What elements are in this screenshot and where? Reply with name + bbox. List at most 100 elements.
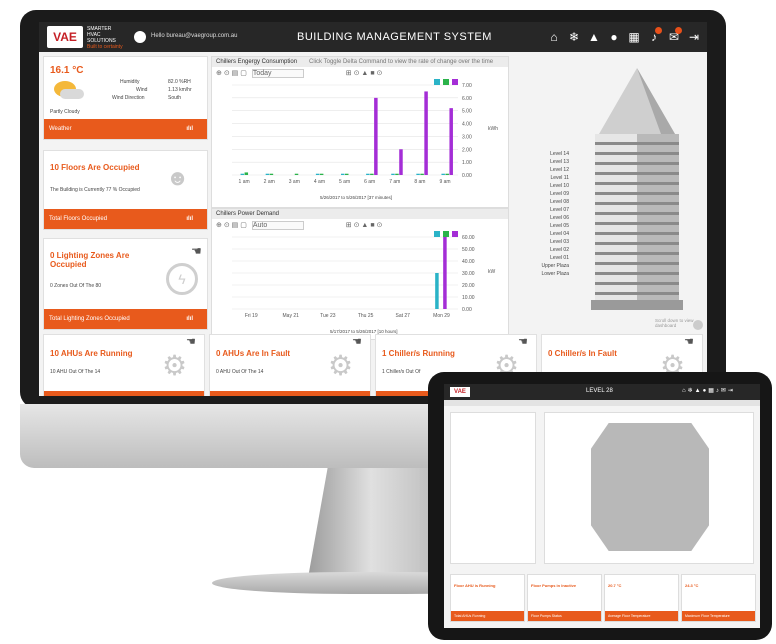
zoom-icon[interactable]: ⊕	[216, 70, 222, 77]
notification-badge	[675, 27, 682, 34]
monitor-stand-neck	[308, 468, 448, 578]
range-select[interactable]: Auto	[251, 221, 304, 230]
legend-swatch[interactable]	[434, 231, 440, 237]
floors-bar[interactable]: Total Floors Occupied ılıl	[44, 209, 207, 229]
chart-bar[interactable]	[445, 173, 449, 175]
tablet-card-bar[interactable]: Average Floor Temperature	[605, 611, 678, 621]
tablet-card-bar[interactable]: Total AHUs Running	[451, 611, 524, 621]
chart-bar[interactable]	[395, 173, 399, 175]
export-icon[interactable]: ▤	[232, 222, 239, 229]
chart-bar[interactable]	[370, 173, 374, 175]
legend-swatch[interactable]	[443, 79, 449, 85]
chart-bar[interactable]	[449, 108, 453, 175]
snowflake-icon[interactable]: ❄	[567, 30, 581, 44]
chart-bar[interactable]	[294, 173, 299, 175]
save-icon[interactable]: ■	[370, 70, 374, 77]
level-link[interactable]: Level 05	[521, 222, 569, 230]
tablet-logo[interactable]: VAE	[450, 387, 470, 397]
level-link[interactable]: Level 09	[521, 190, 569, 198]
level-link[interactable]: Level 06	[521, 214, 569, 222]
level-link[interactable]: Level 14	[521, 150, 569, 158]
legend-swatch[interactable]	[452, 79, 458, 85]
floorplan-map[interactable]	[591, 423, 709, 551]
building-illustration[interactable]	[581, 62, 693, 312]
document-icon[interactable]: ▢	[240, 70, 247, 77]
chart-bar[interactable]	[443, 237, 447, 309]
home-icon[interactable]: ⌂	[547, 30, 561, 44]
save-icon[interactable]: ■	[370, 222, 374, 229]
tablet-tabs[interactable]	[444, 400, 760, 406]
level-link[interactable]: Level 01	[521, 254, 569, 262]
target-icon[interactable]: ⊙	[224, 70, 230, 77]
delta-icon[interactable]: ▲	[361, 70, 368, 77]
chart-bar[interactable]	[269, 173, 274, 175]
scroll-down-icon[interactable]	[693, 320, 703, 330]
level-link[interactable]: Level 11	[521, 174, 569, 182]
calendar-icon[interactable]: ▦	[627, 30, 641, 44]
range-select[interactable]: Today	[251, 69, 304, 78]
search-icon[interactable]: ⊙	[354, 70, 360, 77]
target-icon[interactable]: ⊙	[224, 222, 230, 229]
chart-bar[interactable]	[244, 172, 249, 175]
legend-swatch[interactable]	[443, 231, 449, 237]
settings-icon[interactable]: ⊙	[377, 70, 383, 77]
level-link[interactable]: Level 12	[521, 166, 569, 174]
building-icon[interactable]: ▲	[587, 30, 601, 44]
tablet-card-title: Floor Pumps in Inactive	[531, 583, 577, 588]
delta-icon[interactable]: ▲	[361, 222, 368, 229]
level-link[interactable]: Lower Plaza	[521, 270, 569, 278]
user-icon[interactable]	[134, 31, 146, 43]
status-card-bar[interactable]	[44, 391, 204, 396]
tablet-card-bar[interactable]: Maximum Floor Temperature	[682, 611, 755, 621]
export-icon[interactable]: ▤	[232, 70, 239, 77]
chart-bar[interactable]	[416, 173, 420, 175]
chart-bar[interactable]	[391, 173, 395, 175]
company-logo[interactable]: VAE	[47, 26, 83, 48]
level-link[interactable]: Level 10	[521, 182, 569, 190]
magnify-icon[interactable]: ⊞	[346, 222, 352, 229]
chart-bar[interactable]	[240, 173, 245, 175]
legend-swatch[interactable]	[434, 79, 440, 85]
chart-bar[interactable]	[319, 173, 324, 175]
chart-bar[interactable]	[441, 173, 445, 175]
tablet-header-icons[interactable]: ⌂❄▲●▦♪✉⇥	[682, 387, 735, 394]
search-icon[interactable]: ⊙	[354, 222, 360, 229]
tablet-card-bar[interactable]: Floor Pumps Status	[528, 611, 601, 621]
tablet-status-card: Floor Pumps in Inactive Floor Pumps Stat…	[527, 574, 602, 622]
level-link[interactable]: Upper Plaza	[521, 262, 569, 270]
info-icon[interactable]: ●	[607, 30, 621, 44]
building-floor-stripe	[595, 202, 679, 205]
building-floor-stripe	[595, 162, 679, 165]
logout-icon[interactable]: ⇥	[687, 30, 701, 44]
bar-chart-icon: ılıl	[186, 316, 193, 322]
chart-bar[interactable]	[345, 173, 349, 175]
level-link[interactable]: Level 13	[521, 158, 569, 166]
level-link[interactable]: Level 07	[521, 206, 569, 214]
level-link[interactable]: Level 02	[521, 246, 569, 254]
status-card: 0 AHUs Are In Fault 0 AHU Out Of The 14 …	[209, 334, 371, 396]
chart-bar[interactable]	[424, 91, 428, 175]
weather-bar[interactable]: Weather ılıl	[44, 119, 207, 139]
chart-bar[interactable]	[420, 173, 424, 175]
status-card-bar[interactable]	[210, 391, 370, 396]
y-tick-label: 60.00	[462, 235, 475, 241]
chart-bar[interactable]	[341, 173, 345, 175]
chart-bar[interactable]	[315, 173, 320, 175]
level-link[interactable]: Level 08	[521, 198, 569, 206]
x-tick-label: 6 am	[364, 179, 375, 185]
zoom-icon[interactable]: ⊕	[216, 222, 222, 229]
magnify-icon[interactable]: ⊞	[346, 70, 352, 77]
y-tick-label: 4.00	[462, 122, 472, 128]
chart-bar[interactable]	[435, 273, 439, 309]
level-link[interactable]: Level 04	[521, 230, 569, 238]
chart-bar[interactable]	[366, 173, 370, 175]
y-tick-label: 6.00	[462, 96, 472, 102]
level-link[interactable]: Level 03	[521, 238, 569, 246]
chart-bar[interactable]	[265, 173, 270, 175]
chart-bar[interactable]	[374, 97, 378, 175]
chart-bar[interactable]	[399, 149, 403, 175]
settings-icon[interactable]: ⊙	[377, 222, 383, 229]
legend-swatch[interactable]	[452, 231, 458, 237]
document-icon[interactable]: ▢	[240, 222, 247, 229]
lighting-bar[interactable]: Total Lighting Zones Occupied ılıl	[44, 309, 207, 329]
